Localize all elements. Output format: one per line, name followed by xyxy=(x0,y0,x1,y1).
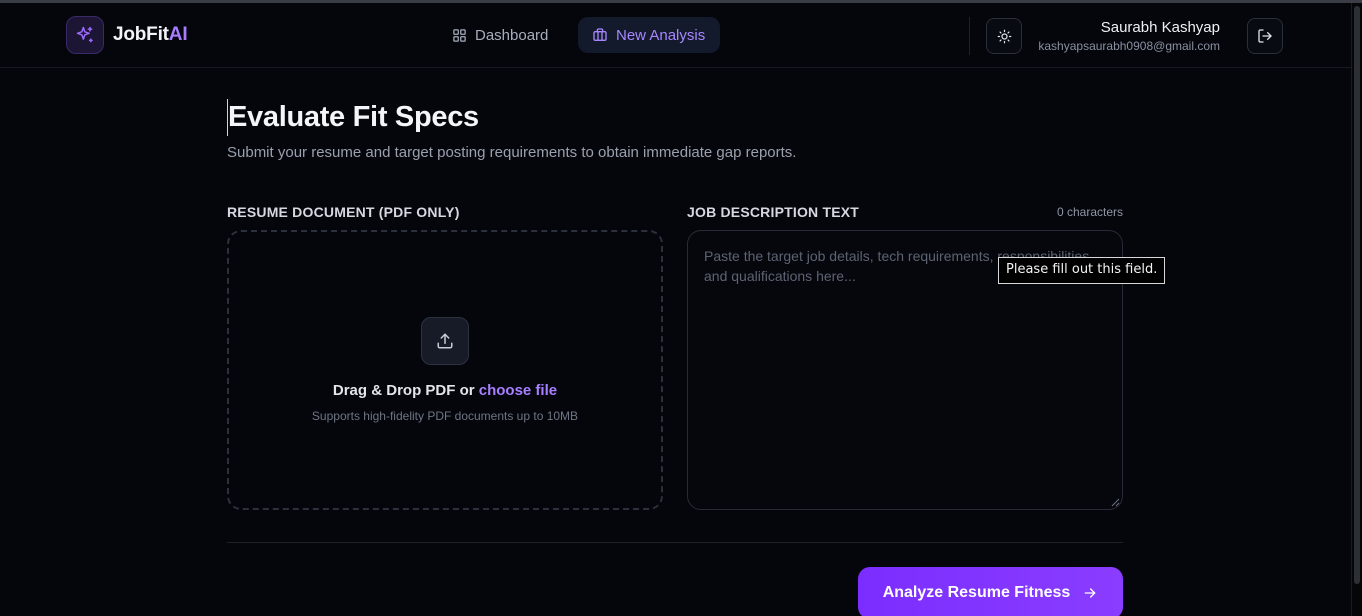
nav-dashboard-label: Dashboard xyxy=(475,26,549,44)
validation-tooltip: Please fill out this field. xyxy=(998,257,1166,284)
page-subtitle: Submit your resume and target posting re… xyxy=(227,144,797,161)
upload-icon xyxy=(421,317,469,365)
analyze-button[interactable]: Analyze Resume Fitness xyxy=(858,567,1123,616)
briefcase-icon xyxy=(593,28,607,41)
theme-toggle-button[interactable] xyxy=(986,18,1022,54)
user-name: Saurabh Kashyap xyxy=(1100,19,1220,36)
analyze-button-label: Analyze Resume Fitness xyxy=(882,584,1071,601)
header-divider xyxy=(969,17,970,55)
logo-icon[interactable] xyxy=(66,16,104,54)
logout-button[interactable] xyxy=(1247,18,1283,54)
app-logo-text[interactable]: JobFitAI xyxy=(113,24,188,46)
nav-new-analysis-label: New Analysis xyxy=(616,26,706,44)
nav-dashboard[interactable]: Dashboard xyxy=(438,17,562,53)
arrow-right-icon xyxy=(1084,588,1096,598)
resume-dropzone[interactable]: Drag & Drop PDF or choose file Supports … xyxy=(227,230,663,510)
drop-hint: Supports high-fidelity PDF documents up … xyxy=(311,409,579,423)
user-email: kashyapsaurabh0908@gmail.com xyxy=(1038,39,1220,53)
choose-file-link[interactable]: choose file xyxy=(479,382,557,399)
grid-icon xyxy=(453,28,466,42)
nav-new-analysis[interactable]: New Analysis xyxy=(578,17,720,53)
scrollbar-thumb[interactable] xyxy=(1354,6,1360,584)
character-count: 0 characters xyxy=(1056,205,1123,219)
top-nav-bar: JobFitAI Dashboard New Analysis Saurabh … xyxy=(0,3,1351,68)
resize-handle-icon[interactable] xyxy=(1111,498,1120,507)
drop-instructions: Drag & Drop PDF or choose file xyxy=(332,382,558,399)
logout-icon xyxy=(1258,29,1272,43)
page-title: Evaluate Fit Specs xyxy=(228,101,479,133)
sun-icon xyxy=(997,29,1011,43)
resume-section-label: RESUME DOCUMENT (PDF ONLY) xyxy=(227,204,460,220)
section-divider xyxy=(227,542,1123,543)
vertical-scrollbar[interactable] xyxy=(1351,3,1362,616)
job-description-label: JOB DESCRIPTION TEXT xyxy=(687,204,860,220)
